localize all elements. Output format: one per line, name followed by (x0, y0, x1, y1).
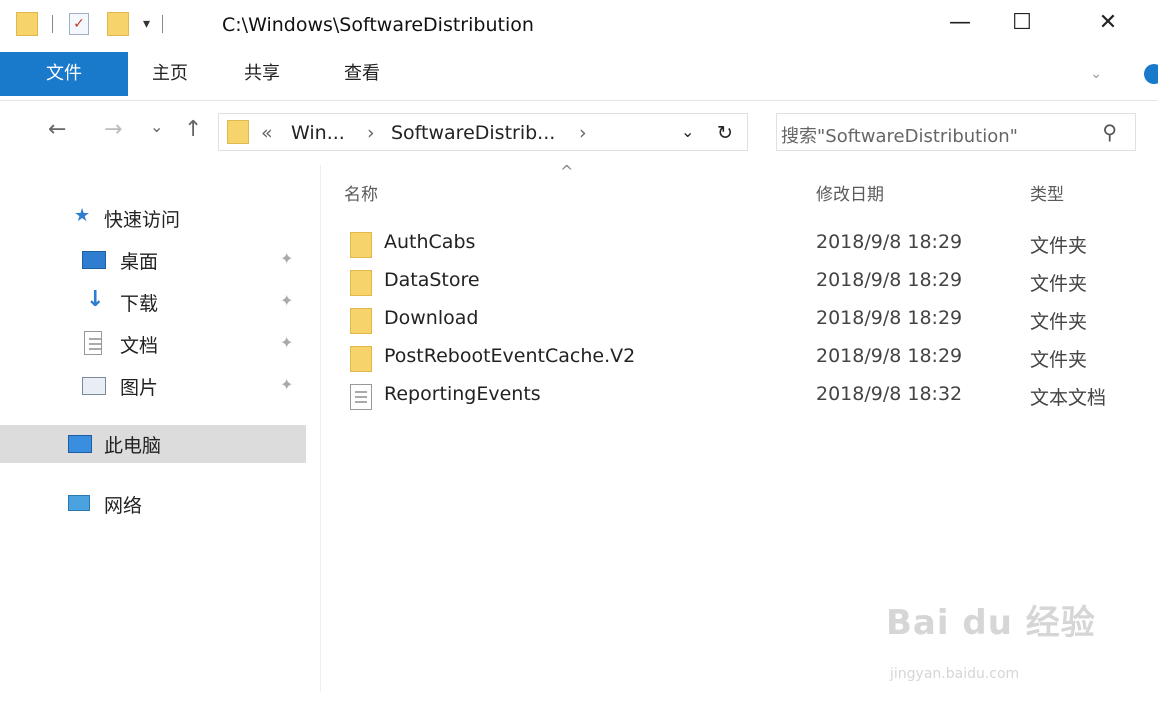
file-name: Download (384, 307, 479, 329)
list-item[interactable]: ReportingEvents 2018/9/8 18:32 文本文档 (340, 378, 1140, 414)
new-folder-icon[interactable] (107, 12, 129, 36)
tab-file[interactable]: 文件 (0, 52, 128, 96)
file-type: 文件夹 (1030, 349, 1088, 371)
customize-toolbar-icon[interactable]: ▾ (143, 16, 150, 32)
navigation-pane: ★ 快速访问 桌面 ✦ ↓ 下载 ✦ 文档 ✦ 图片 ✦ 此电脑 网络 (0, 165, 321, 692)
folder-icon (227, 120, 249, 144)
file-date: 2018/9/8 18:29 (816, 269, 963, 291)
file-date: 2018/9/8 18:29 (816, 307, 963, 329)
desktop-icon (82, 251, 106, 269)
close-button[interactable]: ✕ (1088, 10, 1128, 35)
watermark-logo: Bai du 经验 (886, 603, 1096, 643)
folder-icon (350, 308, 372, 334)
file-date: 2018/9/8 18:32 (816, 383, 963, 405)
sidebar-item-quick-access[interactable]: ★ 快速访问 (0, 199, 306, 237)
breadcrumb-windows[interactable]: Win... (291, 122, 345, 144)
breadcrumb-separator[interactable]: › (579, 122, 587, 144)
sidebar-item-pictures[interactable]: 图片 ✦ (0, 367, 306, 405)
sidebar-item-this-pc[interactable]: 此电脑 (0, 425, 306, 463)
sidebar-item-network[interactable]: 网络 (0, 485, 306, 523)
sort-ascending-icon: ^ (560, 162, 574, 181)
column-header-name[interactable]: 名称 (344, 180, 378, 205)
pin-icon[interactable]: ✦ (280, 333, 293, 352)
text-document-icon (350, 384, 372, 410)
tab-share[interactable]: 共享 (244, 52, 280, 96)
folder-icon (16, 12, 38, 36)
pin-icon[interactable]: ✦ (280, 291, 293, 310)
file-type: 文件夹 (1030, 235, 1088, 257)
window-title: C:\Windows\SoftwareDistribution (222, 14, 534, 36)
list-item[interactable]: AuthCabs 2018/9/8 18:29 文件夹 (340, 226, 1140, 262)
maximize-button[interactable]: ☐ (1002, 10, 1042, 35)
watermark-url: jingyan.baidu.com (890, 666, 1020, 682)
sidebar-item-label: 桌面 (120, 251, 159, 273)
search-icon[interactable]: ⚲ (1102, 120, 1117, 144)
folder-icon (350, 270, 372, 296)
star-icon: ★ (74, 205, 91, 226)
sidebar-item-documents[interactable]: 文档 ✦ (0, 325, 306, 363)
list-item[interactable]: Download 2018/9/8 18:29 文件夹 (340, 302, 1140, 338)
navigation-bar: ← → ⌄ ↑ « Win... › SoftwareDistrib... › … (0, 101, 1158, 165)
file-name: AuthCabs (384, 231, 476, 253)
file-date: 2018/9/8 18:29 (816, 231, 963, 253)
address-dropdown-icon[interactable]: ⌄ (681, 122, 694, 141)
folder-icon (350, 346, 372, 372)
file-name: DataStore (384, 269, 480, 291)
breadcrumb-softwaredistribution[interactable]: SoftwareDistrib... (391, 122, 555, 144)
search-input[interactable]: 搜索"SoftwareDistribution" (781, 122, 1018, 148)
address-bar[interactable]: « Win... › SoftwareDistrib... › ⌄ ↻ (218, 113, 748, 151)
forward-button[interactable]: → (104, 117, 122, 142)
file-name: ReportingEvents (384, 383, 541, 405)
expand-ribbon-icon[interactable]: ⌄ (1090, 66, 1102, 82)
file-type: 文本文档 (1030, 387, 1107, 409)
quick-access-toolbar: ✓ ▾ (16, 12, 164, 36)
file-type: 文件夹 (1030, 273, 1088, 295)
title-bar: ✓ ▾ C:\Windows\SoftwareDistribution — ☐ … (0, 0, 1158, 52)
tab-view[interactable]: 查看 (344, 52, 380, 96)
separator (52, 15, 53, 33)
computer-icon (68, 435, 92, 453)
refresh-icon[interactable]: ↻ (717, 122, 733, 144)
file-name: PostRebootEventCache.V2 (384, 345, 636, 367)
sidebar-item-label: 图片 (120, 377, 159, 399)
sidebar-item-desktop[interactable]: 桌面 ✦ (0, 241, 306, 279)
search-box[interactable]: 搜索"SoftwareDistribution" ⚲ (776, 113, 1136, 151)
sidebar-item-downloads[interactable]: ↓ 下载 ✦ (0, 283, 306, 321)
column-header-modified[interactable]: 修改日期 (816, 180, 884, 205)
folder-icon (350, 232, 372, 258)
separator (162, 15, 164, 33)
up-button[interactable]: ↑ (184, 117, 202, 142)
overflow-chevron[interactable]: « (261, 122, 273, 144)
file-date: 2018/9/8 18:29 (816, 345, 963, 367)
sidebar-item-label: 此电脑 (104, 435, 162, 457)
file-type: 文件夹 (1030, 311, 1088, 333)
back-button[interactable]: ← (48, 117, 66, 142)
sidebar-item-label: 网络 (104, 495, 143, 517)
download-icon: ↓ (86, 287, 105, 312)
minimize-button[interactable]: — (940, 10, 980, 35)
document-icon (84, 331, 102, 355)
column-header-type[interactable]: 类型 (1030, 180, 1064, 205)
help-icon[interactable] (1144, 64, 1158, 84)
sidebar-item-label: 文档 (120, 335, 159, 357)
status-bar (0, 692, 1158, 717)
breadcrumb-separator[interactable]: › (367, 122, 375, 144)
sidebar-item-label: 下载 (120, 293, 159, 315)
pin-icon[interactable]: ✦ (280, 375, 293, 394)
pin-icon[interactable]: ✦ (280, 249, 293, 268)
sidebar-item-label: 快速访问 (104, 209, 181, 231)
list-item[interactable]: DataStore 2018/9/8 18:29 文件夹 (340, 264, 1140, 300)
list-item[interactable]: PostRebootEventCache.V2 2018/9/8 18:29 文… (340, 340, 1140, 376)
pictures-icon (82, 377, 106, 395)
tab-home[interactable]: 主页 (152, 52, 188, 96)
network-icon (68, 495, 90, 511)
recent-locations-button[interactable]: ⌄ (150, 117, 163, 136)
ribbon: 文件 主页 共享 查看 ⌄ (0, 52, 1158, 101)
properties-icon[interactable]: ✓ (69, 13, 89, 35)
